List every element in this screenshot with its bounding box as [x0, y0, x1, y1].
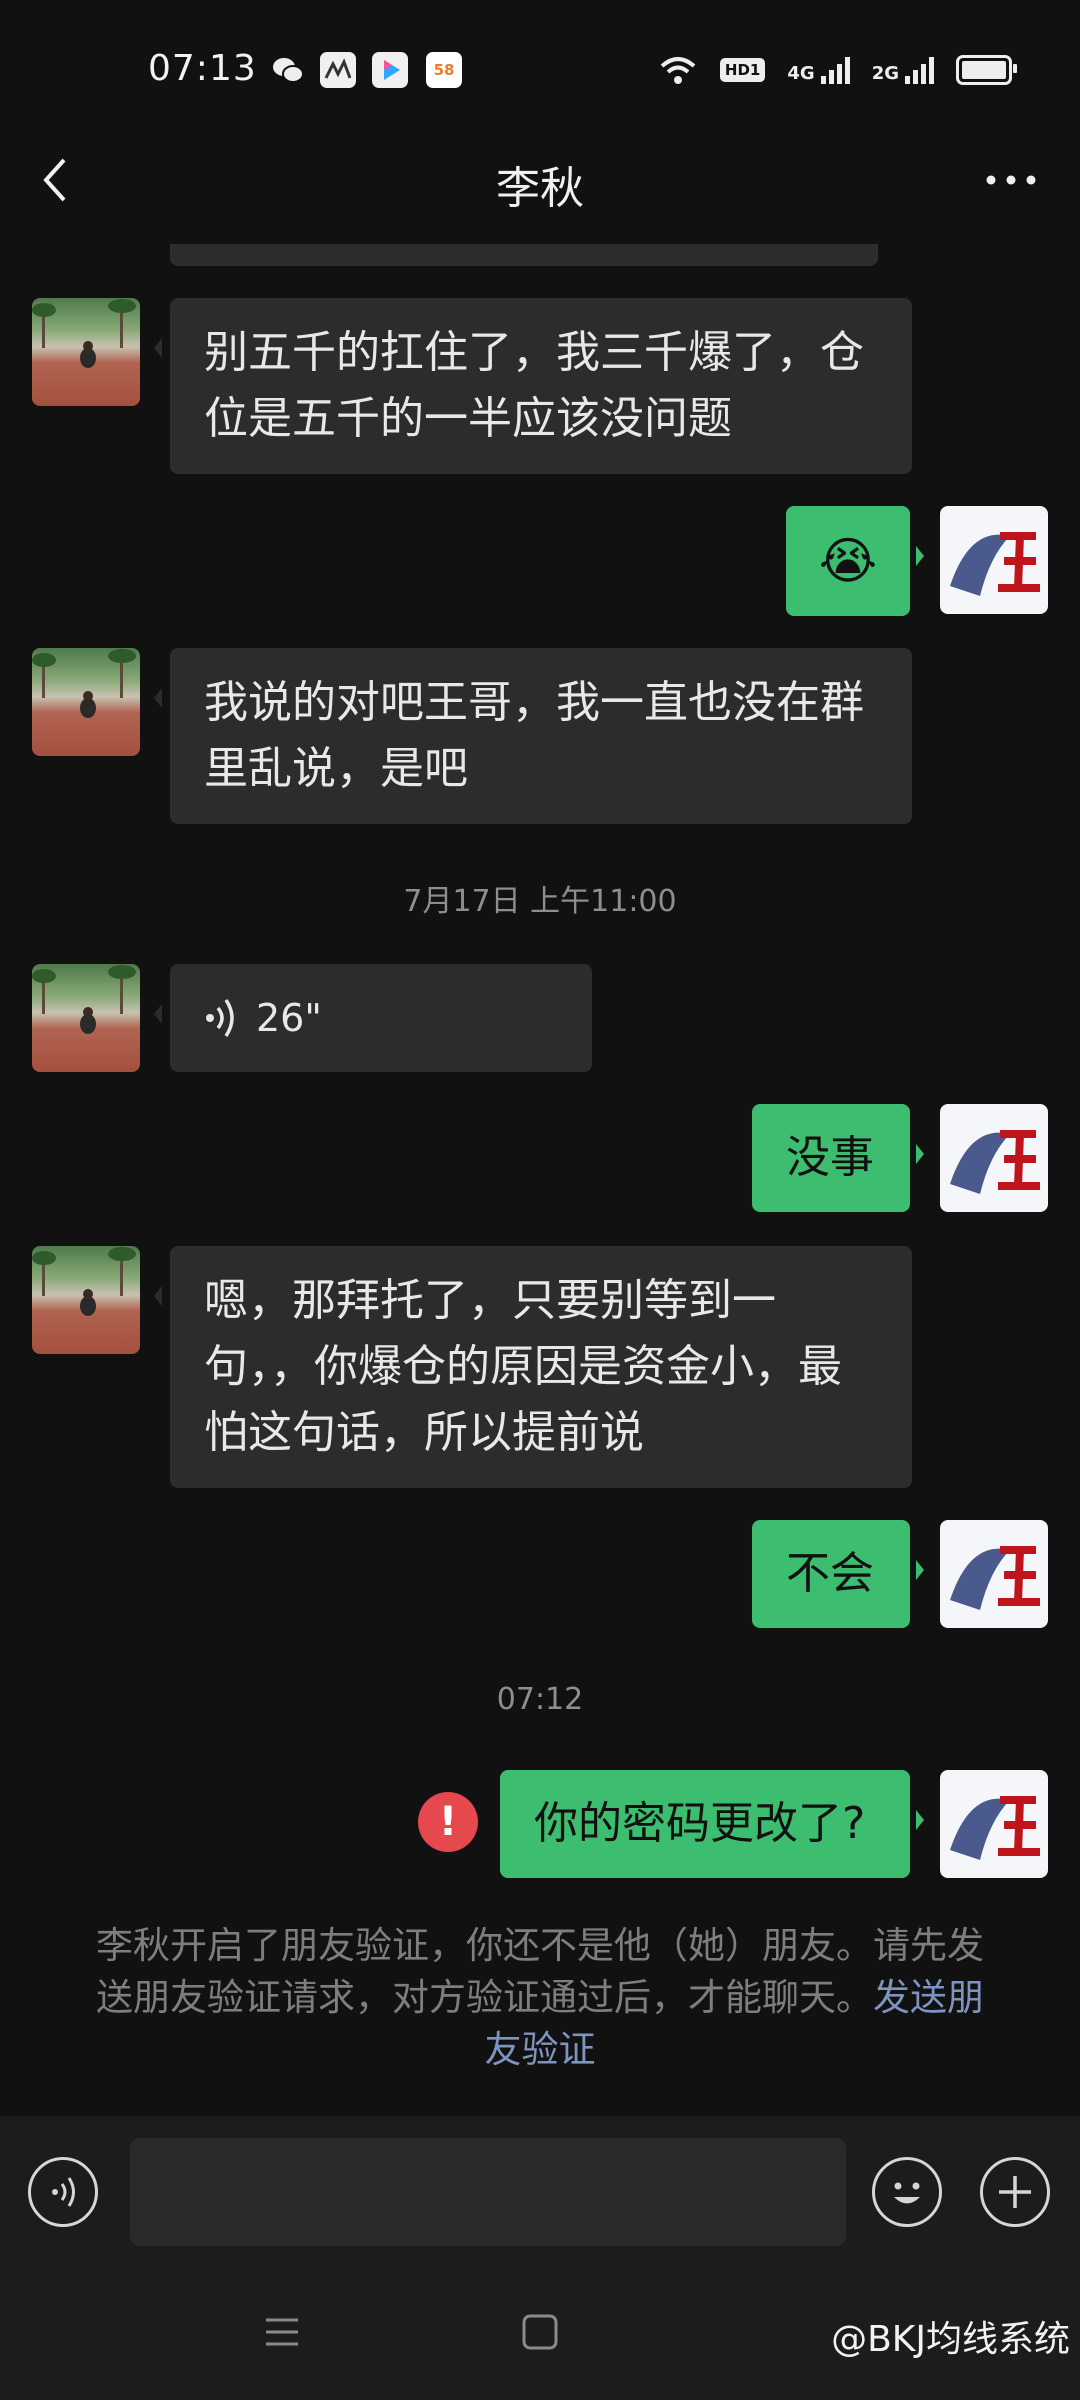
more-functions-button[interactable] — [980, 2157, 1050, 2227]
chat-title: 李秋 — [496, 163, 584, 214]
contact-avatar[interactable] — [32, 964, 140, 1072]
notice-text: 李秋开启了朋友验证，你还不是他（她）朋友。请先发送朋友验证请求，对方验证通过后，… — [96, 1924, 984, 2019]
message-text: 句，，你爆仓的原因是资金小，最 — [204, 1341, 842, 1392]
more-options-button[interactable] — [984, 170, 1038, 190]
contact-avatar[interactable] — [32, 298, 140, 406]
contact-avatar[interactable] — [32, 1246, 140, 1354]
more-dots-icon — [986, 175, 1036, 185]
status-time: 07:13 — [148, 48, 257, 89]
message-text: 别五千的扛住了，我三千爆了，仓 — [204, 327, 864, 378]
voice-message-bubble[interactable]: 26" — [154, 964, 592, 1072]
received-message-bubble[interactable]: 别五千的扛住了，我三千爆了，仓 位是五千的一半应该没问题 — [154, 298, 912, 474]
message-text: 没事 — [786, 1132, 874, 1183]
home-square-icon — [522, 2314, 558, 2350]
sent-message-bubble[interactable]: 你的密码更改了? — [500, 1770, 924, 1878]
message-text: 你的密码更改了? — [534, 1798, 866, 1849]
voice-wave-icon — [206, 999, 234, 1037]
signal-bars-icon — [905, 56, 934, 84]
crying-emoji: 😭 — [818, 532, 878, 590]
message-text: 怕这句话，所以提前说 — [204, 1407, 644, 1458]
sent-message-bubble[interactable]: 😭 — [786, 506, 924, 616]
sent-message-bubble[interactable]: 没事 — [752, 1104, 924, 1212]
58-app-icon: 58 — [426, 52, 462, 88]
voice-duration: 26" — [256, 996, 322, 1040]
my-avatar[interactable] — [940, 1104, 1048, 1212]
network-4g-label: 4G — [787, 63, 815, 84]
emoji-icon — [894, 2182, 920, 2204]
battery-icon — [956, 55, 1017, 85]
signal-bars-icon — [820, 56, 850, 84]
news-app-icon — [320, 52, 356, 88]
send-failed-icon[interactable]: ! — [418, 1792, 478, 1852]
voice-input-button[interactable] — [28, 2157, 98, 2227]
message-input[interactable] — [130, 2138, 846, 2246]
plus-icon — [999, 2176, 1031, 2208]
message-text: 里乱说，是吧 — [204, 743, 468, 794]
my-avatar[interactable] — [940, 1770, 1048, 1878]
hd-icon: HD1 — [719, 58, 766, 82]
contact-avatar[interactable] — [32, 648, 140, 756]
voice-input-icon — [52, 2177, 75, 2207]
message-text: 嗯，那拜托了，只要别等到一 — [204, 1275, 776, 1326]
home-nav-button[interactable] — [520, 2312, 560, 2356]
message-text: 不会 — [786, 1548, 874, 1599]
message-text: 我说的对吧王哥，我一直也没在群 — [204, 677, 864, 728]
received-message-bubble[interactable]: 我说的对吧王哥，我一直也没在群 里乱说，是吧 — [154, 648, 912, 824]
network-2g-label: 2G — [871, 63, 899, 84]
message-text: 位是五千的一半应该没问题 — [204, 393, 732, 444]
received-message-bubble[interactable]: 嗯，那拜托了，只要别等到一 句，，你爆仓的原因是资金小，最 怕这句话，所以提前说 — [154, 1246, 912, 1488]
chat-timestamp: 7月17日 上午11:00 — [403, 884, 677, 919]
wechat-icon — [270, 52, 306, 88]
my-avatar[interactable] — [940, 1520, 1048, 1628]
emoji-button[interactable] — [872, 2157, 942, 2227]
chat-timestamp: 07:12 — [496, 1682, 584, 1717]
menu-icon — [266, 2318, 298, 2346]
watermark: @BKJ均线系统 — [831, 2319, 1070, 2360]
status-indicators: HD1 4G 2G — [658, 50, 1017, 90]
friend-verification-notice: 李秋开启了朋友验证，你还不是他（她）朋友。请先发送朋友验证请求，对方验证通过后，… — [88, 1920, 992, 2076]
partial-message-bubble[interactable] — [170, 244, 878, 266]
my-avatar[interactable] — [940, 506, 1048, 614]
youku-icon — [372, 52, 408, 88]
menu-nav-button[interactable] — [262, 2312, 302, 2356]
sent-message-bubble[interactable]: 不会 — [752, 1520, 924, 1628]
wifi-icon — [660, 57, 696, 84]
